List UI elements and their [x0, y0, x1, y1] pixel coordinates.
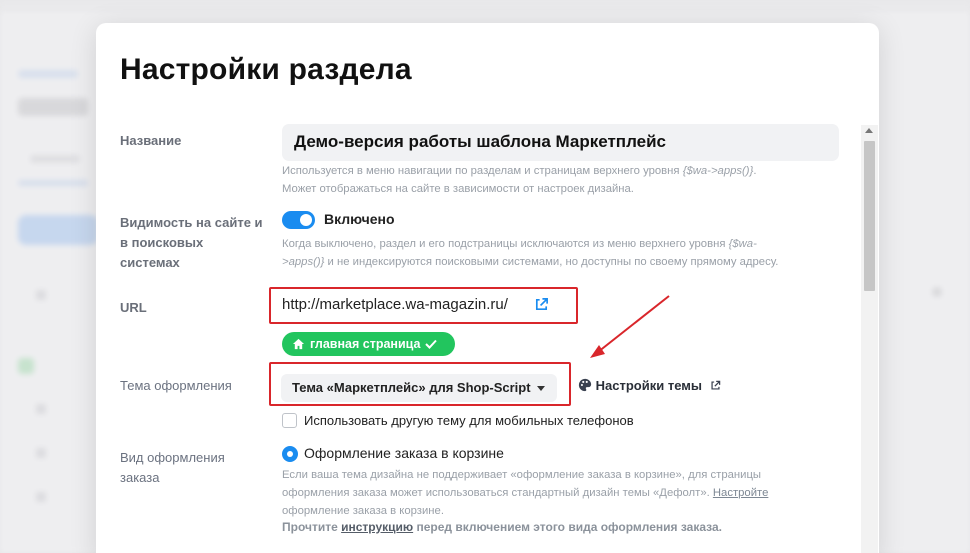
annotation-arrow: [590, 295, 670, 358]
